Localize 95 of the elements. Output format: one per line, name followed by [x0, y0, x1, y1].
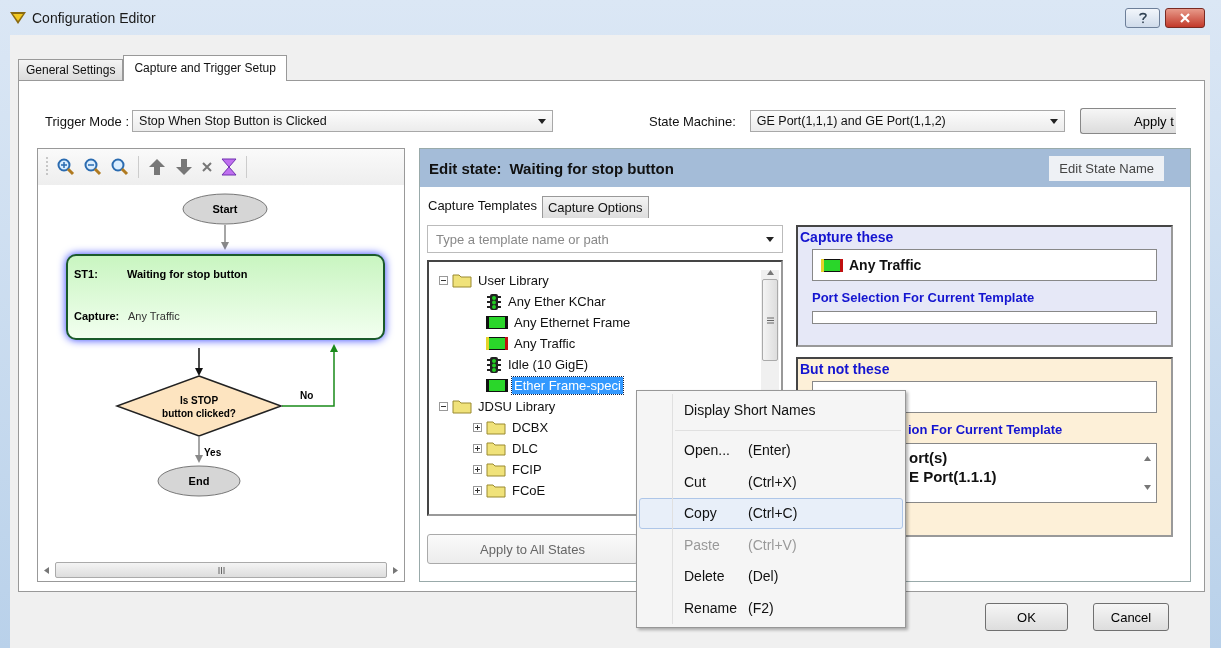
group-title: Capture these [800, 229, 895, 245]
port-item[interactable]: E Port(1.1.1) [909, 467, 1138, 486]
port-selection-heading: Port Selection For Current Template [812, 290, 1036, 306]
scroll-left-icon[interactable] [44, 566, 49, 574]
funnel-icon [10, 11, 26, 24]
help-button[interactable] [1125, 7, 1160, 28]
tree-item[interactable]: JDSU Library [476, 398, 558, 415]
scroll-up-icon[interactable] [1143, 456, 1151, 461]
menu-item[interactable]: Rename (F2) [639, 592, 903, 624]
tree-item[interactable]: FCIP [510, 461, 544, 478]
capture-label: Capture: [74, 310, 120, 322]
dropdown-arrow-icon [538, 118, 547, 124]
folder-icon [486, 441, 506, 456]
window-title: Configuration Editor [32, 9, 156, 26]
apply-button[interactable]: Apply t [1079, 108, 1176, 134]
expand-icon[interactable] [473, 486, 482, 495]
traffic-icon [821, 258, 843, 272]
state-name: Waiting for stop button [127, 268, 248, 280]
edit-state-name: Waiting for stop button [509, 159, 674, 177]
folder-icon [452, 399, 472, 414]
tree-item[interactable]: Any Ethernet Frame [512, 314, 633, 331]
collapse-icon[interactable] [439, 276, 448, 285]
close-button[interactable] [1165, 7, 1205, 28]
down-arrow-icon[interactable] [175, 158, 193, 176]
tab[interactable]: Capture Options [541, 196, 649, 218]
help-icon [1138, 11, 1147, 24]
trigger-mode-dropdown[interactable]: Stop When Stop Button is Clicked [132, 110, 554, 132]
no-label: No [300, 390, 314, 401]
menu-item[interactable]: Cut (Ctrl+X) [639, 466, 903, 498]
expand-icon[interactable] [473, 465, 482, 474]
collapse-icon[interactable] [439, 402, 448, 411]
apply-to-all-states-button[interactable]: Apply to All States [427, 534, 638, 564]
folder-icon [486, 420, 506, 435]
dropdown-arrow-icon [1049, 118, 1058, 124]
dialog-button[interactable]: Cancel [1093, 603, 1169, 631]
edit-state-label: Edit state: [429, 159, 502, 177]
tree-item[interactable]: Any Traffic [512, 335, 578, 352]
decision-label: Is STOP button clicked? [162, 395, 236, 419]
folder-icon [452, 273, 472, 288]
tree-item[interactable]: Any Ether KChar [506, 293, 608, 310]
traffic-light-icon [486, 355, 502, 374]
no-arrow [281, 344, 338, 407]
yes-label: Yes [204, 447, 222, 458]
folder-icon [486, 483, 506, 498]
expand-icon[interactable] [473, 423, 482, 432]
state-node[interactable] [66, 254, 385, 340]
hourglass-icon[interactable] [221, 158, 237, 176]
dialog-button[interactable]: OK [985, 603, 1068, 631]
menu-item[interactable]: Copy (Ctrl+C) [639, 497, 903, 529]
scroll-right-icon[interactable] [393, 566, 398, 574]
scroll-down-icon[interactable] [1143, 485, 1151, 490]
edit-state-name-button[interactable]: Edit State Name [1049, 155, 1164, 181]
flow-arrow [221, 224, 229, 250]
tree-item[interactable]: Idle (10 GigE) [506, 356, 591, 373]
yes-arrow [195, 436, 203, 463]
search-icon[interactable] [111, 158, 129, 176]
delete-icon[interactable] [202, 162, 212, 172]
tree-item[interactable]: DLC [510, 440, 540, 457]
start-label: Start [212, 203, 238, 215]
scrollbar-thumb[interactable] [762, 279, 778, 361]
scroll-up-icon[interactable] [766, 270, 774, 275]
end-label: End [188, 475, 210, 487]
grip-icon [766, 316, 774, 324]
port-selection-heading: ion For Current Template [908, 422, 1063, 437]
tree-item[interactable]: User Library [476, 272, 551, 289]
port-item[interactable]: ort(s) [909, 448, 1138, 467]
traffic-icon [486, 337, 508, 350]
traffic-light-icon [486, 292, 502, 311]
group-title: But not these [800, 361, 891, 377]
capture-value: Any Traffic [128, 310, 180, 322]
zoom-out-icon[interactable] [84, 158, 102, 176]
flow-arrow [195, 347, 203, 376]
up-arrow-icon[interactable] [148, 158, 166, 176]
frame-icon [486, 316, 508, 329]
tree-item[interactable]: FCoE [510, 482, 548, 499]
trigger-mode-label: Trigger Mode : [45, 113, 130, 129]
expand-icon[interactable] [473, 444, 482, 453]
state-machine-label: State Machine: [649, 113, 736, 129]
zoom-in-icon[interactable] [57, 158, 75, 176]
grip-icon [217, 566, 225, 574]
state-machine-dropdown[interactable]: GE Port(1,1,1) and GE Port(1,1,2) [749, 110, 1065, 132]
template-item[interactable]: Any Traffic [849, 257, 922, 273]
tree-item[interactable]: DCBX [510, 419, 551, 436]
menu-item[interactable]: Display Short Names [639, 394, 903, 426]
template-search-field[interactable]: Type a template name or path [427, 225, 783, 253]
menu-item[interactable]: Open... (Enter) [639, 434, 903, 466]
tab[interactable]: General Settings [18, 59, 124, 80]
menu-item[interactable]: Delete (Del) [639, 560, 903, 592]
tab[interactable]: Capture and Trigger Setup [123, 55, 287, 81]
state-id: ST1: [74, 268, 98, 280]
frame-icon [486, 379, 508, 392]
scrollbar-thumb[interactable] [55, 562, 387, 578]
folder-icon [486, 462, 506, 477]
dropdown-arrow-icon [766, 237, 774, 242]
close-icon [1180, 12, 1190, 23]
